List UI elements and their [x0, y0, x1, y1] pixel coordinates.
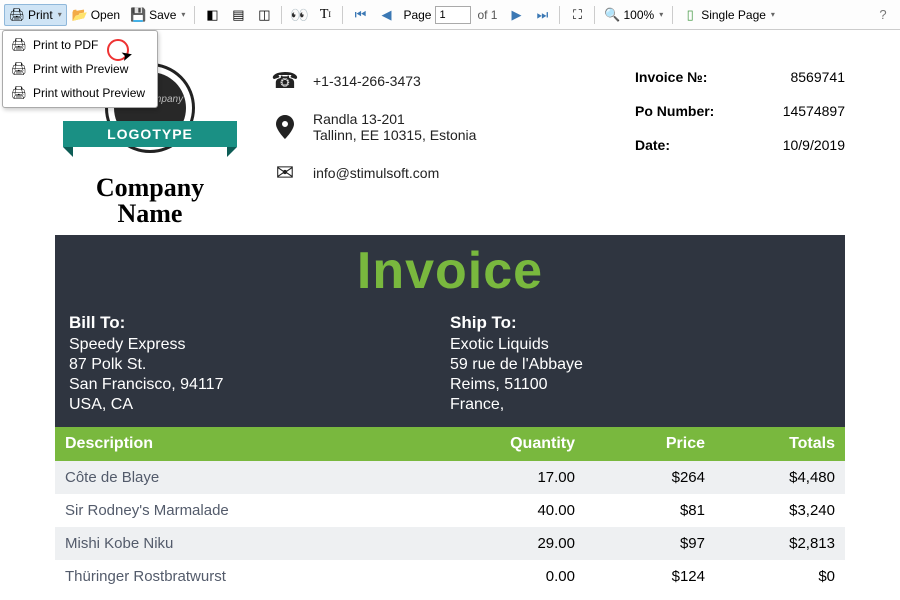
logo-ribbon: LOGOTYPE [63, 121, 237, 147]
bill-ship-block: Bill To: Speedy Express 87 Polk St. San … [55, 307, 845, 427]
po-value: 14574897 [783, 103, 845, 119]
zoom-button[interactable]: 🔍 100% ▾ [599, 4, 668, 26]
save-label: Save [149, 8, 176, 22]
location-icon [271, 115, 299, 139]
phone-value: +1-314-266-3473 [313, 73, 421, 89]
caret-icon: ▾ [771, 10, 775, 19]
separator [194, 6, 195, 24]
separator [594, 6, 595, 24]
folder-open-icon: 📂 [72, 7, 88, 23]
report-page: Your Company LOGOTYPE Company Name ☎ +1-… [55, 53, 845, 593]
next-page-button[interactable]: ▶ [503, 4, 529, 26]
invoice-no-value: 8569741 [790, 69, 845, 85]
menu-label: Print to PDF [33, 38, 98, 52]
binoculars-icon: 👀 [291, 7, 307, 23]
date-label: Date: [635, 137, 670, 153]
print-without-preview-item[interactable]: 🖨 Print without Preview [5, 81, 155, 105]
print-direct-icon: 🖨 [11, 85, 27, 101]
view-mode-label: Single Page [701, 8, 766, 22]
date-value: 10/9/2019 [783, 137, 845, 153]
contact-column: ☎ +1-314-266-3473 Randla 13-201Tallinn, … [271, 63, 609, 227]
save-icon: 💾 [130, 7, 146, 23]
po-label: Po Number: [635, 103, 714, 119]
open-label: Open [91, 8, 120, 22]
help-icon: ? [875, 7, 891, 23]
viewer: Your Company LOGOTYPE Company Name ☎ +1-… [0, 31, 900, 600]
caret-icon: ▾ [58, 10, 62, 19]
editor-button[interactable]: TI [312, 4, 338, 26]
page-of-label: of 1 [477, 8, 497, 22]
first-page-icon: ⏮ [352, 7, 368, 23]
fullscreen-button[interactable]: ⛶ [564, 4, 590, 26]
table-row: Thüringer Rostbratwurst0.00$124$0 [55, 560, 845, 593]
print-label: Print [28, 8, 53, 22]
open-button[interactable]: 📂 Open [67, 4, 125, 26]
table-row: Mishi Kobe Niku29.00$97$2,813 [55, 527, 845, 560]
prev-page-icon: ◀ [378, 7, 394, 23]
print-to-pdf-item[interactable]: 🖨 Print to PDF [5, 33, 155, 57]
bookmark-icon: ◧ [204, 7, 220, 23]
invoice-no-label: Invoice №: [635, 69, 707, 85]
caret-icon: ▾ [181, 10, 185, 19]
resources-icon: ◫ [256, 7, 272, 23]
print-preview-icon: 🖨 [11, 61, 27, 77]
save-button[interactable]: 💾 Save ▾ [125, 4, 190, 26]
separator [281, 6, 282, 24]
phone-icon: ☎ [271, 69, 299, 93]
zoom-label: 100% [623, 8, 654, 22]
fullscreen-icon: ⛶ [569, 7, 585, 23]
print-pdf-icon: 🖨 [11, 37, 27, 53]
invoice-banner: Invoice [55, 235, 845, 307]
menu-label: Print without Preview [33, 86, 145, 100]
page-label: Page [403, 8, 431, 22]
last-page-button[interactable]: ⏭ [529, 4, 555, 26]
page-input[interactable] [435, 6, 471, 24]
text-editor-icon: TI [317, 7, 333, 23]
toolbar: 🖨 Print ▾ 📂 Open 💾 Save ▾ ◧ ▤ ◫ 👀 TI ⏮ ◀… [0, 0, 900, 30]
meta-column: Invoice №: 8569741 Po Number: 14574897 Dat… [635, 63, 845, 227]
bill-to: Bill To: Speedy Express 87 Polk St. San … [69, 313, 450, 415]
prev-page-button[interactable]: ◀ [373, 4, 399, 26]
view-mode-button[interactable]: ▯ Single Page ▾ [677, 4, 780, 26]
params-icon: ▤ [230, 7, 246, 23]
table-row: Sir Rodney's Marmalade40.00$81$3,240 [55, 494, 845, 527]
first-page-button[interactable]: ⏮ [347, 4, 373, 26]
table-body: Côte de Blaye17.00$264$4,480 Sir Rodney'… [55, 461, 845, 593]
zoom-icon: 🔍 [604, 7, 620, 23]
separator [559, 6, 560, 24]
print-button[interactable]: 🖨 Print ▾ [4, 4, 67, 26]
email-value: info@stimulsoft.com [313, 165, 439, 181]
bookmarks-button[interactable]: ◧ [199, 4, 225, 26]
table-row: Côte de Blaye17.00$264$4,480 [55, 461, 845, 494]
print-dropdown: 🖨 Print to PDF 🖨 Print with Preview 🖨 Pr… [2, 30, 158, 108]
help-button[interactable]: ? [870, 4, 896, 26]
caret-icon: ▾ [659, 10, 663, 19]
find-button[interactable]: 👀 [286, 4, 312, 26]
table-header: Description Quantity Price Totals [55, 427, 845, 461]
print-icon: 🖨 [9, 7, 25, 23]
email-icon: ✉ [271, 161, 299, 185]
ship-to: Ship To: Exotic Liquids 59 rue de l'Abba… [450, 313, 831, 415]
menu-label: Print with Preview [33, 62, 128, 76]
separator [342, 6, 343, 24]
company-name: Company Name [55, 175, 245, 227]
parameters-button[interactable]: ▤ [225, 4, 251, 26]
next-page-icon: ▶ [508, 7, 524, 23]
single-page-icon: ▯ [682, 7, 698, 23]
resources-button[interactable]: ◫ [251, 4, 277, 26]
print-with-preview-item[interactable]: 🖨 Print with Preview [5, 57, 155, 81]
last-page-icon: ⏭ [534, 7, 550, 23]
separator [672, 6, 673, 24]
address-value: Randla 13-201Tallinn, EE 10315, Estonia [313, 111, 476, 143]
report-header: Your Company LOGOTYPE Company Name ☎ +1-… [55, 53, 845, 231]
